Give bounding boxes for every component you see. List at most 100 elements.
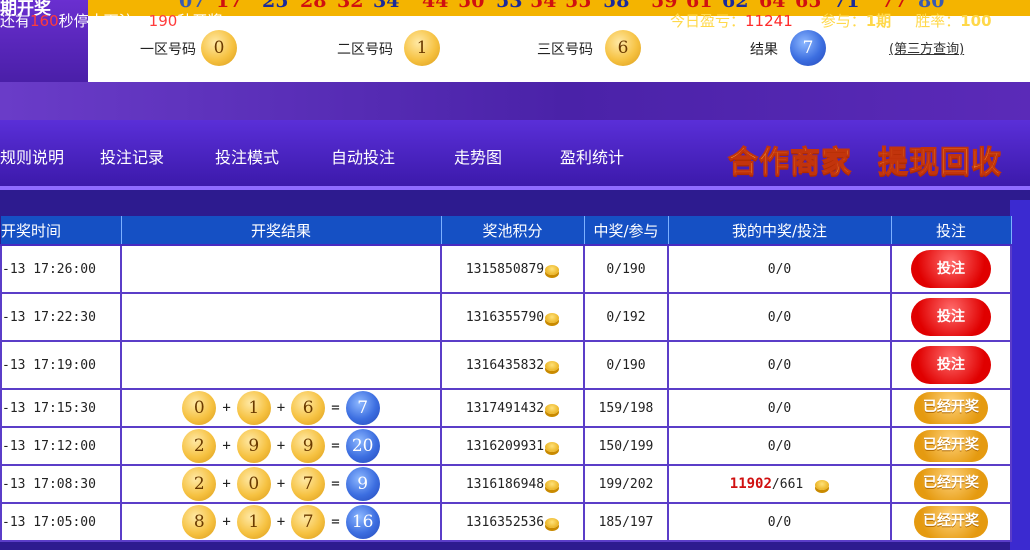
plus-sign: + bbox=[276, 438, 286, 454]
result-equation: 0 +1 +6 = 7 bbox=[182, 391, 380, 425]
strip-number: 25 bbox=[262, 0, 289, 12]
header-draw-result: 开奖结果 bbox=[121, 216, 442, 246]
draw-text: 秒开奖 bbox=[177, 12, 223, 30]
zone3-label: 三区号码 bbox=[537, 42, 593, 58]
bet-button[interactable]: 投注 bbox=[911, 298, 991, 336]
draw-result-cell: 2 +0 +7 = 9 bbox=[120, 464, 442, 504]
result-equation: 2 +9 +9 = 20 bbox=[182, 429, 380, 463]
number-ball: 2 bbox=[182, 467, 217, 501]
my-win-bet-cell: 0/0 bbox=[667, 426, 892, 466]
my-bet-amount: /661 bbox=[771, 477, 804, 492]
number-ball: 1 bbox=[236, 505, 271, 539]
already-drawn-button: 已经开奖 bbox=[914, 392, 988, 424]
number-ball: 8 bbox=[182, 505, 217, 539]
coin-icon bbox=[545, 403, 560, 414]
nav-item-bet-records[interactable]: 投注记录 bbox=[100, 144, 164, 168]
nav-item-bet-mode[interactable]: 投注模式 bbox=[215, 144, 279, 168]
draw-result-cell bbox=[120, 292, 442, 342]
win-participate-cell: 185/197 bbox=[583, 502, 669, 542]
nav-item-trend-chart[interactable]: 走势图 bbox=[454, 144, 502, 168]
draw-result-cell bbox=[120, 340, 442, 390]
coin-icon bbox=[545, 264, 560, 275]
my-win-bet-cell: 0/0 bbox=[667, 502, 892, 542]
draw-result-cell: 0 +1 +6 = 7 bbox=[120, 388, 442, 428]
pool-points-value: 1316186948 bbox=[465, 476, 545, 492]
number-ball: 7 bbox=[291, 505, 326, 539]
draw-time-cell: -13 17:22:30 bbox=[0, 292, 122, 342]
number-ball: 0 bbox=[236, 467, 271, 501]
strip-number: 32 bbox=[337, 0, 364, 12]
pool-points-cell: 1316352536 bbox=[440, 502, 585, 542]
plus-sign: + bbox=[276, 476, 286, 492]
table-row: -13 17:12:00 2 +9 +9 = 20 1316209931 150/199 0/0… bbox=[0, 426, 1012, 466]
third-party-query-link[interactable]: (第三方查询) bbox=[889, 38, 964, 57]
nav-item-auto-bet[interactable]: 自动投注 bbox=[331, 144, 395, 168]
pool-points-cell: 1316186948 bbox=[440, 464, 585, 504]
right-edge bbox=[1010, 200, 1030, 550]
stats-text: 今日盈亏：11241 参与：1期 胜率：100 bbox=[670, 10, 992, 31]
result-label: 结果 bbox=[750, 42, 778, 58]
result-equation: 8 +1 +7 = 16 bbox=[182, 505, 380, 539]
strip-number: 28 bbox=[300, 0, 327, 12]
draw-history-table: 开奖时间 开奖结果 奖池积分 中奖/参与 我的中奖/投注 投注 -13 17:2… bbox=[0, 216, 1012, 542]
coin-icon bbox=[545, 360, 560, 371]
plus-sign: + bbox=[222, 400, 231, 416]
bet-button[interactable]: 投注 bbox=[911, 250, 991, 288]
already-drawn-button: 已经开奖 bbox=[914, 430, 988, 462]
draw-result-cell bbox=[120, 244, 442, 294]
header-pool-points: 奖池积分 bbox=[441, 216, 585, 246]
coin-icon bbox=[545, 517, 560, 528]
draw-seconds: 190 bbox=[148, 12, 178, 30]
partner-merchants-link[interactable]: 合作商家 bbox=[728, 137, 852, 181]
win-participate-cell: 150/199 bbox=[583, 426, 669, 466]
number-ball: 2 bbox=[182, 429, 217, 463]
pool-points-value: 1317491432 bbox=[465, 400, 545, 416]
table-row: -13 17:15:30 0 +1 +6 = 7 1317491432 159/198 0/0 已… bbox=[0, 388, 1012, 428]
bet-action-cell: 已经开奖 bbox=[890, 464, 1012, 504]
withdraw-recycle-link[interactable]: 提现回收 bbox=[878, 137, 1002, 181]
pool-points-value: 1316435832 bbox=[465, 357, 545, 373]
number-ball: 0 bbox=[182, 391, 217, 425]
plus-sign: + bbox=[222, 476, 231, 492]
participate-value: 1期 bbox=[865, 12, 892, 30]
win-participate-cell: 199/202 bbox=[583, 464, 669, 504]
header-bet: 投注 bbox=[891, 216, 1012, 246]
draw-time-cell: -13 17:26:00 bbox=[0, 244, 122, 294]
table-row: -13 17:08:30 2 +0 +7 = 9 1316186948 199/202 1190… bbox=[0, 464, 1012, 504]
strip-number: 55 bbox=[565, 0, 592, 12]
strip-number: 50 bbox=[458, 0, 485, 12]
bet-action-cell: 已经开奖 bbox=[890, 426, 1012, 466]
pool-points-value: 1315850879 bbox=[465, 261, 545, 277]
draw-time-cell: -13 17:12:00 bbox=[0, 426, 122, 466]
coin-icon bbox=[545, 479, 560, 490]
nav-item-profit-stats[interactable]: 盈利统计 bbox=[560, 144, 624, 168]
win-participate-cell: 0/190 bbox=[583, 340, 669, 390]
participate-label: 参与： bbox=[820, 12, 866, 30]
zone1-ball: 0 bbox=[201, 30, 237, 66]
bet-button[interactable]: 投注 bbox=[911, 346, 991, 384]
profit-value: 11241 bbox=[745, 12, 793, 30]
header-my-win-bet: 我的中奖/投注 bbox=[668, 216, 892, 246]
pool-points-value: 1316355790 bbox=[465, 309, 545, 325]
table-row: -13 17:05:00 8 +1 +7 = 16 1316352536 185/197 0/0… bbox=[0, 502, 1012, 542]
draw-time-cell: -13 17:15:30 bbox=[0, 388, 122, 428]
zone2-label: 二区号码 bbox=[337, 42, 393, 58]
bet-action-cell: 投注 bbox=[890, 292, 1012, 342]
winrate-value: 100 bbox=[960, 12, 992, 30]
result-ball: 7 bbox=[790, 30, 826, 66]
bet-action-cell: 投注 bbox=[890, 340, 1012, 390]
pool-points-cell: 1317491432 bbox=[440, 388, 585, 428]
table-row: -13 17:19:00 1316435832 0/190 0/0 投注 bbox=[0, 340, 1012, 390]
strip-number: 34 bbox=[373, 0, 400, 12]
plus-sign: + bbox=[276, 514, 286, 530]
nav-item-rules[interactable]: 规则说明 bbox=[0, 144, 64, 168]
zone2-ball: 1 bbox=[404, 30, 440, 66]
sum-ball: 7 bbox=[345, 391, 380, 425]
my-win-bet-cell: 0/0 bbox=[667, 244, 892, 294]
table-row: -13 17:22:30 1316355790 0/192 0/0 投注 bbox=[0, 292, 1012, 342]
sum-ball: 20 bbox=[345, 429, 380, 463]
my-win-bet-cell: 0/0 bbox=[667, 292, 892, 342]
number-ball: 6 bbox=[291, 391, 326, 425]
draw-time-cell: -13 17:08:30 bbox=[0, 464, 122, 504]
zone1-label: 一区号码 bbox=[140, 42, 196, 58]
